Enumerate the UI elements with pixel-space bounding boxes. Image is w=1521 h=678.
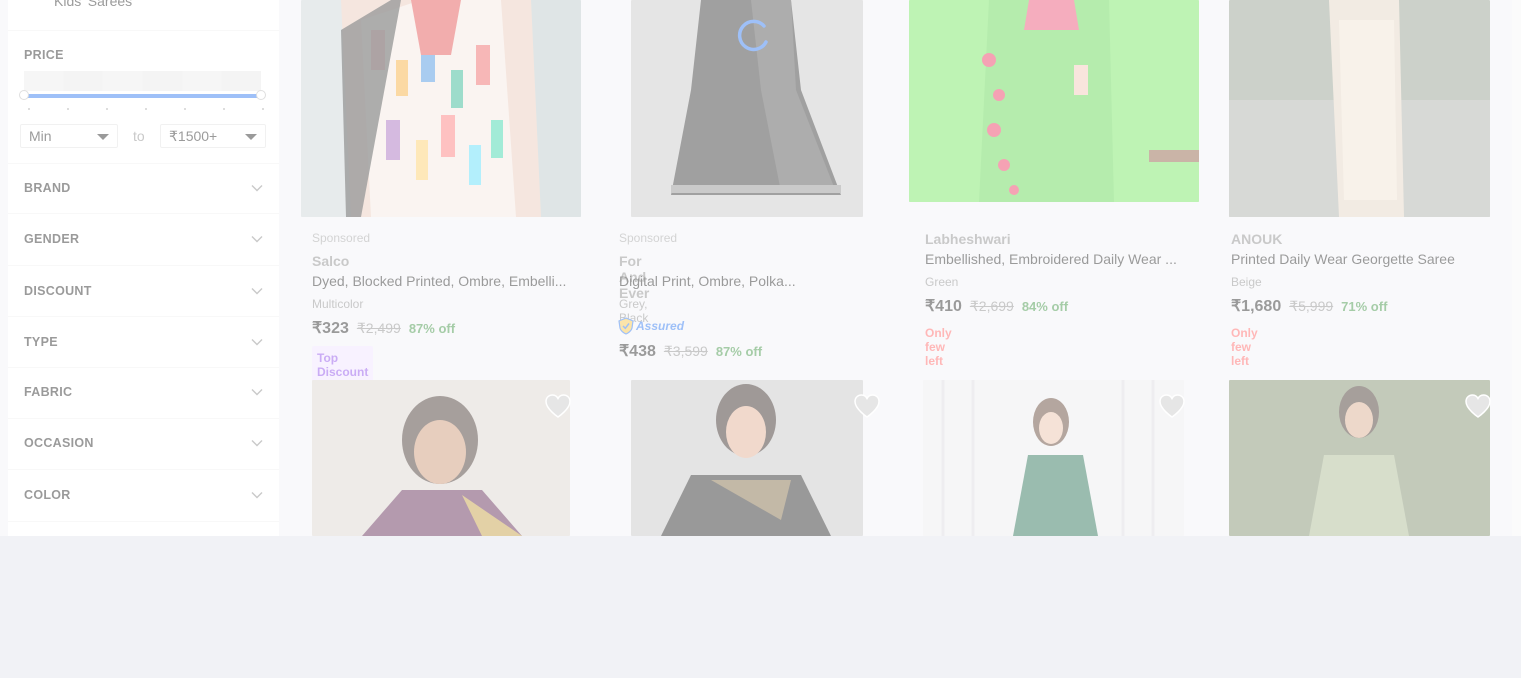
wishlist-button[interactable] [544, 393, 572, 419]
chevron-down-icon [251, 339, 263, 346]
facet-gender[interactable]: GENDER [8, 214, 279, 264]
facet-brand-label: BRAND [24, 181, 71, 195]
price-row: ₹1,680 ₹5,999 71% off [1231, 296, 1387, 316]
product-color: Beige [1231, 275, 1262, 289]
product-image[interactable] [923, 380, 1184, 536]
price-slider-ticks [28, 108, 264, 112]
price-slider-min-handle[interactable] [19, 90, 29, 100]
spinner-icon [737, 19, 768, 52]
product-mrp: ₹2,699 [969, 298, 1014, 314]
product-image[interactable] [312, 380, 570, 536]
product-price: ₹410 [925, 298, 962, 315]
product-discount: 71% off [1341, 299, 1388, 314]
price-max-value: ₹1500+ [169, 128, 218, 144]
product-color: Multicolor [312, 297, 364, 311]
facet-gender-label: GENDER [24, 232, 80, 246]
product-price: ₹438 [619, 343, 656, 360]
scrollbar[interactable] [1512, 0, 1521, 536]
facet-discount-label: DISCOUNT [24, 284, 92, 298]
product-grid: Sponsored Salco Dyed, Blocked Printed, O… [286, 0, 1521, 536]
assured-label: Assured [636, 319, 685, 333]
caret-down-icon [245, 134, 257, 140]
sponsored-label: Sponsored [619, 231, 678, 245]
facet-color[interactable]: COLOR [8, 470, 279, 520]
heart-icon [545, 394, 571, 418]
chevron-down-icon [251, 288, 263, 295]
price-histogram [24, 71, 262, 91]
product-listing-viewport: Kids' Sarees PRICE Min to ₹1500+ BRAND G… [0, 0, 1521, 536]
facet-occasion-label: OCCASION [24, 436, 94, 450]
product-discount: 87% off [715, 344, 763, 359]
product-image[interactable] [1229, 380, 1490, 536]
product-title[interactable]: Dyed, Blocked Printed, Ombre, Embelli... [312, 273, 566, 289]
facet-type[interactable]: TYPE [8, 317, 279, 367]
heart-icon [854, 394, 880, 418]
price-filter-title: PRICE [24, 48, 64, 62]
category-link-label: Kids' Sarees [54, 0, 133, 9]
product-title[interactable]: Digital Print, Ombre, Polka... [619, 273, 796, 289]
price-row: ₹323 ₹2,499 87% off [312, 318, 455, 338]
heart-icon [1465, 394, 1491, 418]
product-image[interactable] [1229, 0, 1490, 217]
product-color: Green [925, 275, 959, 289]
facet-occasion[interactable]: OCCASION [8, 418, 279, 468]
price-min-select[interactable]: Min [20, 124, 118, 148]
product-title[interactable]: Printed Daily Wear Georgette Saree [1231, 251, 1455, 267]
facet-color-label: COLOR [24, 488, 71, 502]
chevron-down-icon [251, 389, 263, 396]
product-image[interactable] [301, 0, 581, 217]
facet-brand[interactable]: BRAND [8, 163, 279, 213]
price-slider-track[interactable] [24, 94, 261, 98]
divider [8, 30, 279, 31]
assured-badge: Assured [618, 317, 684, 335]
chevron-down-icon [251, 185, 263, 192]
product-image[interactable] [909, 0, 1199, 202]
product-mrp: ₹2,499 [356, 320, 401, 336]
category-link-kids-sarees[interactable]: Kids' Sarees [54, 0, 132, 9]
sponsored-label: Sponsored [312, 231, 371, 245]
filters-sidebar: Kids' Sarees PRICE Min to ₹1500+ BRAND G… [8, 0, 279, 536]
product-price: ₹1,680 [1231, 298, 1282, 315]
wishlist-button[interactable] [853, 393, 881, 419]
price-min-value: Min [29, 128, 52, 144]
facet-fabric-label: FABRIC [24, 385, 73, 399]
heart-icon [1159, 394, 1185, 418]
price-range-to-label: to [133, 128, 145, 144]
product-mrp: ₹5,999 [1289, 298, 1334, 314]
price-max-select[interactable]: ₹1500+ [160, 124, 266, 148]
facet-type-label: TYPE [24, 335, 58, 349]
price-slider-max-handle[interactable] [256, 90, 266, 100]
shield-icon [618, 317, 634, 335]
caret-down-icon [97, 134, 109, 140]
product-image[interactable] [631, 380, 863, 536]
product-discount: 87% off [408, 321, 456, 336]
chevron-down-icon [251, 492, 263, 499]
product-title[interactable]: Embellished, Embroidered Daily Wear ... [925, 251, 1177, 267]
stock-warning: Only few left [1231, 326, 1258, 368]
product-brand: Salco [312, 253, 350, 269]
wishlist-button[interactable] [1158, 393, 1186, 419]
product-discount: 84% off [1021, 299, 1069, 314]
facet-discount[interactable]: DISCOUNT [8, 266, 279, 316]
product-brand: Labheshwari [925, 231, 1011, 247]
facet-fabric[interactable]: FABRIC [8, 367, 279, 417]
price-row: ₹410 ₹2,699 84% off [925, 296, 1068, 316]
product-mrp: ₹3,599 [663, 343, 708, 359]
chevron-down-icon [251, 236, 263, 243]
stock-warning: Only few left [925, 326, 952, 368]
divider [8, 521, 279, 522]
product-brand: ANOUK [1231, 231, 1283, 247]
price-row: ₹438 ₹3,599 87% off [619, 341, 762, 361]
wishlist-button[interactable] [1464, 393, 1492, 419]
chevron-down-icon [251, 440, 263, 447]
product-price: ₹323 [312, 320, 349, 337]
